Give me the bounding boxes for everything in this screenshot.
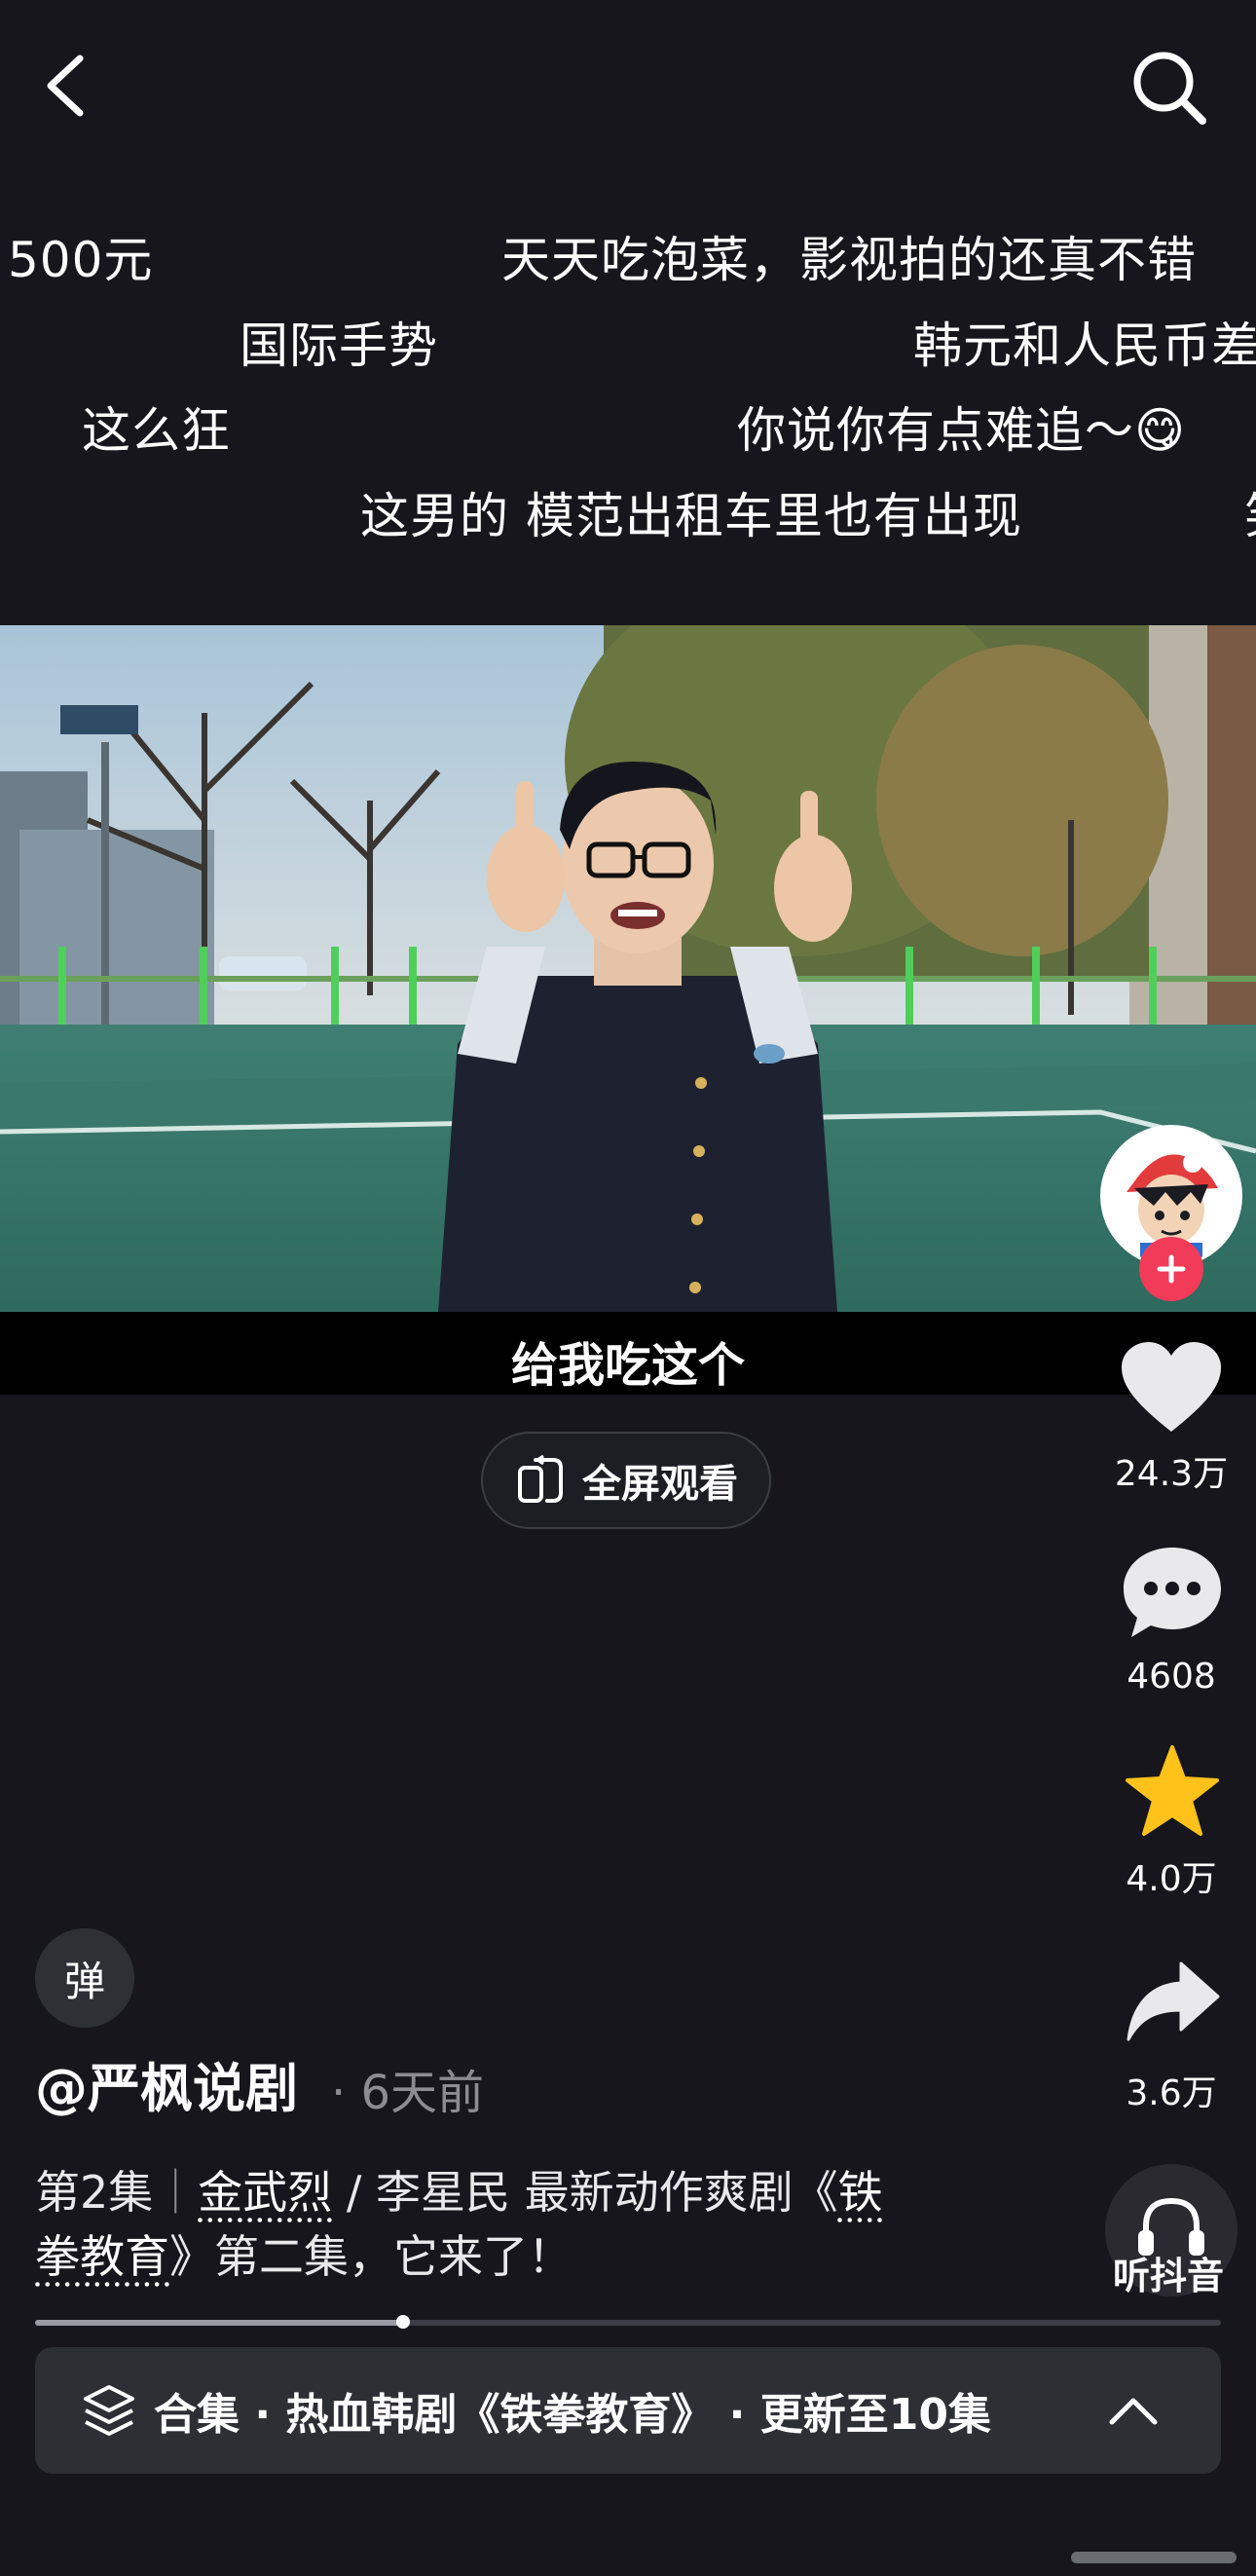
favorite-count: 4.0万: [1126, 1859, 1217, 1899]
share-count: 3.6万: [1126, 2073, 1217, 2113]
video-subtitle: 给我吃这个: [510, 1338, 745, 1393]
title-link-part2[interactable]: 拳教育: [35, 2230, 169, 2283]
fullscreen-button[interactable]: 全屏观看: [481, 1432, 771, 1529]
like-button[interactable]: [1118, 1340, 1225, 1437]
comment-count: 4608: [1127, 1657, 1216, 1697]
danmaku-item: 500元: [8, 232, 154, 288]
comment-button[interactable]: [1120, 1544, 1225, 1641]
star-icon: [1126, 1745, 1219, 1836]
title-link-part1[interactable]: 铁: [838, 2166, 883, 2219]
listen-label: 听抖音: [1112, 2255, 1224, 2297]
heart-icon: [1122, 1342, 1221, 1432]
author-name[interactable]: @严枫说剧: [35, 2055, 298, 2123]
episode-label: 第2集: [35, 2166, 154, 2219]
post-time: · 6天前: [331, 2066, 485, 2120]
danmaku-item: 笑: [1244, 487, 1256, 545]
desc-middle: / 李星民 最新动作爽剧《: [332, 2166, 838, 2219]
progress-handle[interactable]: [396, 2315, 410, 2329]
video-player[interactable]: [0, 625, 1256, 1312]
home-indicator: [1071, 2552, 1237, 2563]
collection-bar[interactable]: 合集 · 热血韩剧《铁拳教育》 · 更新至10集: [35, 2347, 1221, 2474]
actor-link[interactable]: 金武烈: [198, 2166, 332, 2219]
danmaku-item: 天天吃泡菜，影视拍的还真不错: [501, 232, 1197, 288]
like-count: 24.3万: [1114, 1454, 1229, 1494]
progress-fill: [35, 2320, 403, 2326]
layers-icon: [84, 2385, 134, 2436]
follow-button[interactable]: [1139, 1237, 1203, 1301]
collection-label: 合集 · 热血韩剧《铁拳教育》 · 更新至10集: [154, 2390, 991, 2440]
back-icon: [47, 55, 84, 117]
video-description: 第2集｜金武烈 / 李星民 最新动作爽剧《铁拳教育》第二集，它来了！: [35, 2160, 1009, 2289]
search-button[interactable]: [1120, 39, 1217, 136]
search-icon: [1133, 52, 1206, 125]
video-frame-image: [0, 625, 1256, 1312]
desc-end: 》第二集，它来了！: [169, 2230, 573, 2283]
share-button[interactable]: [1125, 1958, 1222, 2045]
back-button[interactable]: [29, 39, 107, 127]
danmaku-item: 这么狂: [82, 402, 231, 459]
danmaku-item: 韩元和人民币差: [913, 317, 1256, 374]
fullscreen-icon: [518, 1454, 563, 1503]
chevron-up-icon[interactable]: [1104, 2391, 1163, 2430]
share-icon: [1127, 1961, 1220, 2041]
fullscreen-label: 全屏观看: [582, 1462, 738, 1507]
danmaku-item: 你说你有点难追～😋: [737, 402, 1187, 459]
danmaku-toggle-button[interactable]: 弹: [35, 1928, 134, 2028]
comment-icon: [1124, 1548, 1221, 1637]
danmaku-item: 国际手势: [240, 317, 438, 374]
danmaku-item: 这男的 模范出租车里也有出现: [360, 488, 1022, 544]
plus-icon: [1157, 1254, 1186, 1284]
favorite-button[interactable]: [1122, 1743, 1223, 1841]
desc-separator: ｜: [153, 2166, 199, 2219]
